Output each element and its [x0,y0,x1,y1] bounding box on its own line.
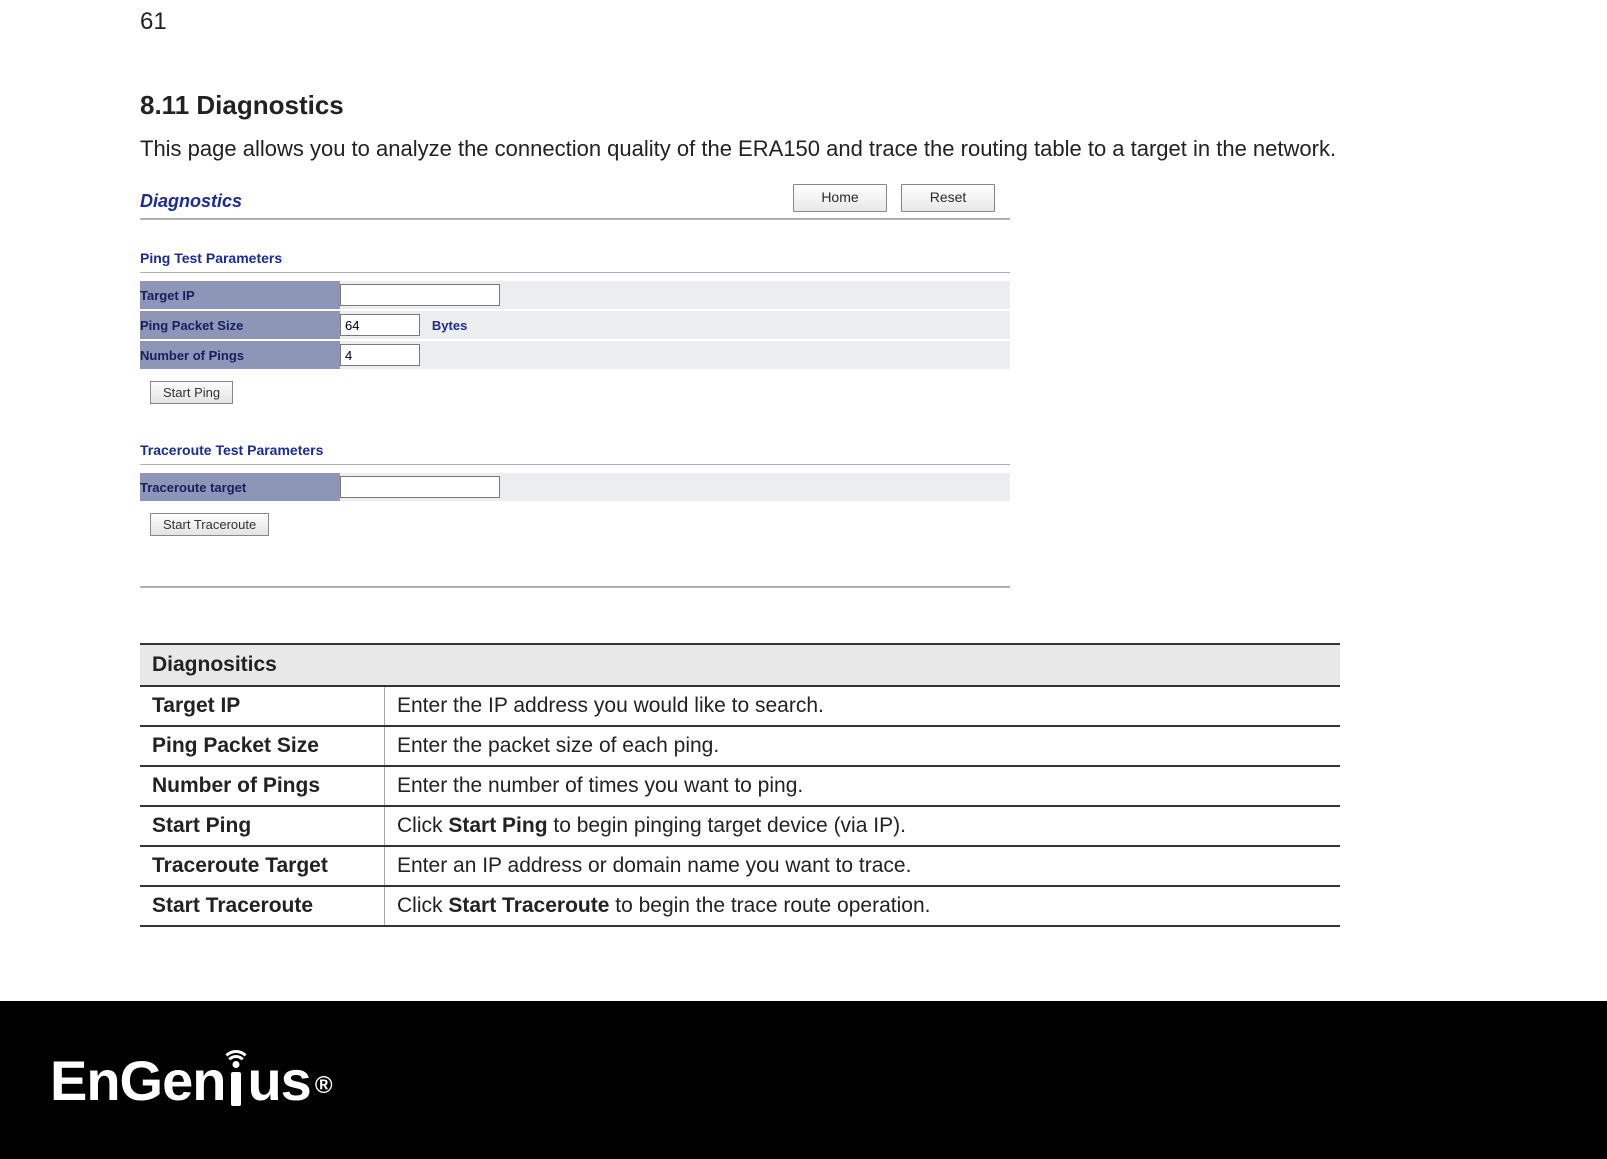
num-pings-input[interactable] [340,344,420,366]
desc-text: Click Start Ping to begin pinging target… [385,806,1341,846]
table-row: Number of PingsEnter the number of times… [140,766,1340,806]
ping-section-header: Ping Test Parameters [140,250,1010,273]
brand-text-part1: EnGen [50,1048,225,1113]
table-row: Ping Packet SizeEnter the packet size of… [140,726,1340,766]
panel-divider [140,586,1010,588]
desc-term: Number of Pings [140,766,385,806]
wifi-icon [223,1050,249,1106]
desc-table-header: Diagnositics [140,644,1340,686]
intro-text: This page allows you to analyze the conn… [140,131,1400,166]
desc-term: Target IP [140,686,385,726]
desc-text: Enter the packet size of each ping. [385,726,1341,766]
description-table: Diagnositics Target IPEnter the IP addre… [140,643,1340,927]
desc-term: Traceroute Target [140,846,385,886]
panel-title: Diagnostics [140,191,242,212]
reset-button[interactable]: Reset [901,184,995,212]
target-ip-label: Target IP [140,281,340,310]
traceroute-target-label: Traceroute target [140,473,340,502]
traceroute-section-header: Traceroute Test Parameters [140,442,1010,465]
page-footer: EnGen us ® [0,1001,1607,1159]
packet-size-label: Ping Packet Size [140,310,340,340]
desc-term: Ping Packet Size [140,726,385,766]
table-row: Start TracerouteClick Start Traceroute t… [140,886,1340,926]
desc-term: Start Ping [140,806,385,846]
page-content: 8.11 Diagnostics This page allows you to… [140,90,1440,927]
start-traceroute-button[interactable]: Start Traceroute [150,513,269,536]
registered-mark: ® [315,1072,332,1100]
page-number: 61 [140,8,167,36]
home-button[interactable]: Home [793,184,887,212]
num-pings-label: Number of Pings [140,340,340,370]
desc-text: Enter the number of times you want to pi… [385,766,1341,806]
target-ip-input[interactable] [340,284,500,306]
desc-term: Start Traceroute [140,886,385,926]
section-heading: 8.11 Diagnostics [140,90,1440,121]
table-row: Target IPEnter the IP address you would … [140,686,1340,726]
desc-text: Enter the IP address you would like to s… [385,686,1341,726]
packet-size-input[interactable] [340,314,420,336]
table-row: Start PingClick Start Ping to begin ping… [140,806,1340,846]
traceroute-params-table: Traceroute target [140,473,1010,503]
packet-size-unit: Bytes [432,318,467,333]
brand-text-part2: us [247,1048,310,1113]
brand-logo: EnGen us ® [50,1048,332,1113]
desc-text: Enter an IP address or domain name you w… [385,846,1341,886]
start-ping-button[interactable]: Start Ping [150,381,233,404]
ping-params-table: Target IP Ping Packet Size Bytes Number … [140,281,1010,371]
table-row: Traceroute TargetEnter an IP address or … [140,846,1340,886]
traceroute-target-input[interactable] [340,476,500,498]
diagnostics-panel: Diagnostics Home Reset Ping Test Paramet… [140,184,1010,588]
desc-text: Click Start Traceroute to begin the trac… [385,886,1341,926]
